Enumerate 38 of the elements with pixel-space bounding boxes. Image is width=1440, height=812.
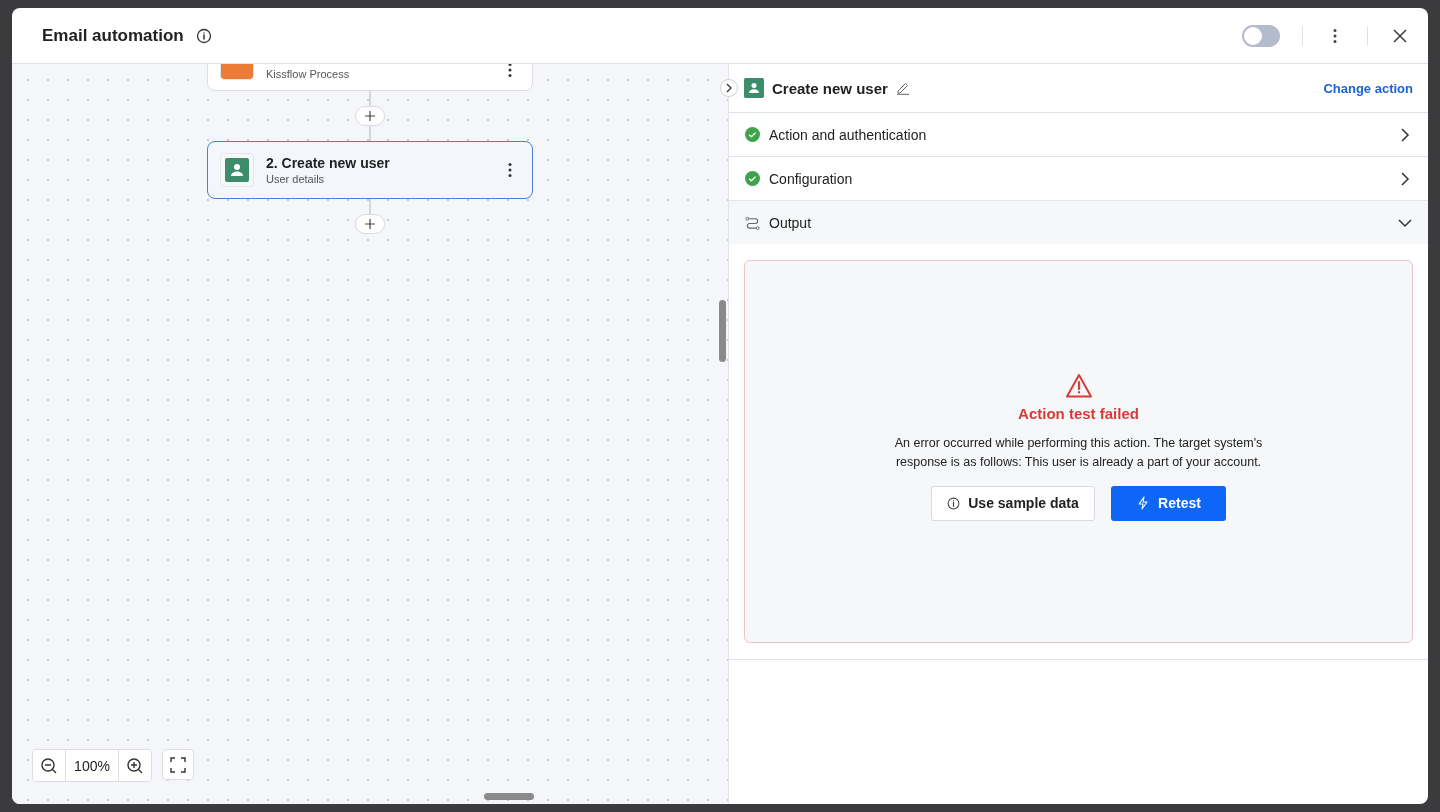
flow-node-card[interactable]: Kissflow Process bbox=[207, 64, 533, 91]
accordion-section[interactable]: Action and authentication bbox=[729, 113, 1428, 157]
use-sample-data-button[interactable]: Use sample data bbox=[931, 485, 1095, 521]
chevron-right-icon bbox=[724, 83, 734, 93]
step-title: Create new user bbox=[772, 79, 888, 97]
check-circle-icon bbox=[745, 171, 760, 186]
scrollbar-thumb[interactable] bbox=[484, 793, 534, 800]
info-icon[interactable] bbox=[195, 27, 212, 44]
plus-icon bbox=[365, 219, 375, 229]
user-icon bbox=[225, 158, 249, 182]
window-title: Email automation bbox=[42, 25, 184, 46]
error-message: An error occurred while performing this action. The target system's response is as follows: This user is already a part of your account. bbox=[893, 434, 1264, 471]
accordion-section[interactable]: Output bbox=[729, 201, 1428, 244]
edit-icon[interactable] bbox=[895, 81, 910, 95]
zoom-out-icon bbox=[40, 756, 58, 775]
retest-button[interactable]: Retest bbox=[1111, 485, 1226, 521]
info-icon bbox=[947, 496, 961, 510]
output-icon bbox=[745, 215, 760, 230]
error-title: Action test failed bbox=[1018, 404, 1139, 422]
node-title: 2. Create new user bbox=[266, 155, 391, 171]
check-circle-icon bbox=[745, 127, 760, 142]
toggle-switch[interactable] bbox=[1242, 24, 1280, 47]
node-subtitle: Kissflow Process bbox=[266, 68, 351, 80]
add-step-button[interactable] bbox=[355, 214, 385, 234]
plus-icon bbox=[365, 111, 375, 121]
add-step-button[interactable] bbox=[355, 106, 385, 126]
section-title: Output bbox=[769, 214, 812, 231]
fullscreen-icon bbox=[170, 756, 186, 773]
warning-icon bbox=[1064, 372, 1093, 399]
zoom-in-icon bbox=[126, 756, 144, 775]
section-title: Action and authentication bbox=[769, 126, 927, 143]
node-subtitle: User details bbox=[266, 173, 326, 185]
change-action-link[interactable]: Change action bbox=[1323, 80, 1413, 96]
section-title: Configuration bbox=[769, 170, 853, 187]
scrollbar-thumb[interactable] bbox=[719, 300, 726, 362]
fullscreen-button[interactable] bbox=[162, 749, 194, 780]
user-icon bbox=[744, 78, 764, 98]
flow-node-card[interactable]: 2. Create new user User details bbox=[207, 141, 533, 199]
